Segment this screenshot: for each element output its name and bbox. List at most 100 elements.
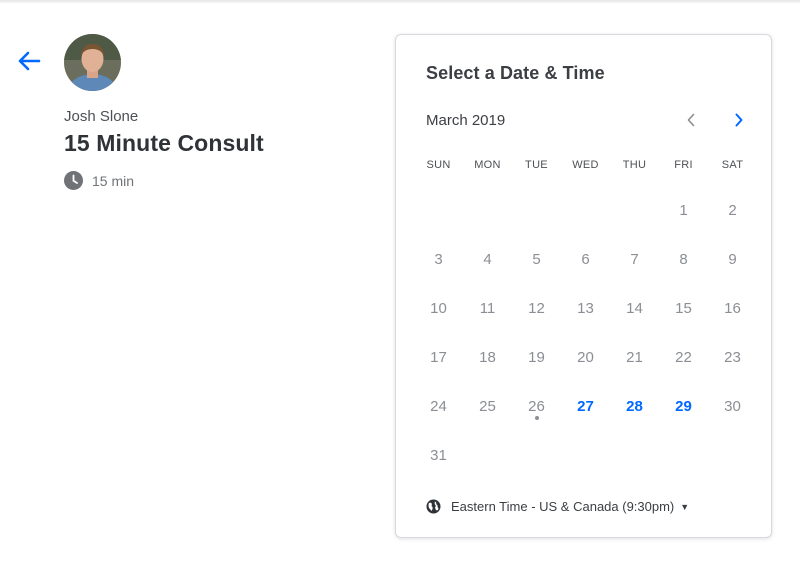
day-number: 30: [724, 398, 741, 415]
back-button[interactable]: [14, 46, 44, 76]
date-picker-panel: Select a Date & Time March 2019 SUN MON …: [395, 34, 772, 538]
empty-day-cell: [659, 431, 708, 480]
empty-day-cell: [610, 431, 659, 480]
day-1: 1: [659, 186, 708, 235]
day-number: 31: [430, 447, 447, 464]
day-24: 24: [414, 382, 463, 431]
available-day-27[interactable]: 27: [561, 382, 610, 431]
day-number: 5: [532, 251, 541, 268]
weekday-label: WED: [572, 159, 599, 171]
day-number: 17: [430, 349, 447, 366]
day-3: 3: [414, 235, 463, 284]
day-7: 7: [610, 235, 659, 284]
empty-day-cell: [512, 431, 561, 480]
day-number: 26: [528, 398, 545, 415]
timezone-label: Eastern Time - US & Canada (9:30pm): [451, 499, 675, 514]
today-indicator: [535, 416, 539, 420]
owner-name: Josh Slone: [64, 108, 139, 125]
day-number: 27: [577, 398, 594, 415]
event-title: 15 Minute Consult: [64, 130, 264, 156]
day-number: 23: [724, 349, 741, 366]
day-21: 21: [610, 333, 659, 382]
day-31: 31: [414, 431, 463, 480]
weekday-label: MON: [474, 159, 501, 171]
day-number: 28: [626, 398, 643, 415]
weekday-label: TUE: [525, 159, 548, 171]
empty-day-cell: [512, 186, 561, 235]
calendar-week: 24 25 26 27 28 29 30: [414, 382, 757, 431]
day-17: 17: [414, 333, 463, 382]
prev-month-button[interactable]: [679, 108, 703, 132]
day-number: 22: [675, 349, 692, 366]
timezone-selector[interactable]: Eastern Time - US & Canada (9:30pm) ▼: [426, 499, 689, 514]
calendar-week: 10 11 12 13 14 15 16: [414, 284, 757, 333]
calendar-week: 3 4 5 6 7 8 9: [414, 235, 757, 284]
day-25: 25: [463, 382, 512, 431]
panel-title: Select a Date & Time: [426, 63, 605, 83]
chevron-left-icon: [687, 113, 695, 127]
day-16: 16: [708, 284, 757, 333]
empty-day-cell: [463, 431, 512, 480]
chevron-right-icon: [735, 113, 743, 127]
empty-day-cell: [561, 186, 610, 235]
day-19: 19: [512, 333, 561, 382]
day-22: 22: [659, 333, 708, 382]
calendar-week: 17 18 19 20 21 22 23: [414, 333, 757, 382]
weekday-label: FRI: [674, 159, 693, 171]
day-9: 9: [708, 235, 757, 284]
day-13: 13: [561, 284, 610, 333]
weekday-header: SUN MON TUE WED THU FRI SAT: [414, 159, 757, 171]
day-20: 20: [561, 333, 610, 382]
clock-icon: [64, 171, 83, 190]
weekday-label: SAT: [721, 159, 744, 171]
day-26: 26: [512, 382, 561, 431]
day-4: 4: [463, 235, 512, 284]
available-day-28[interactable]: 28: [610, 382, 659, 431]
weekday-label: SUN: [426, 159, 451, 171]
day-number: 12: [528, 300, 545, 317]
calendar-week: 31: [414, 431, 757, 480]
avatar: [64, 34, 121, 91]
day-number: 14: [626, 300, 643, 317]
day-number: 4: [483, 251, 492, 268]
day-18: 18: [463, 333, 512, 382]
event-duration: 15 min: [64, 171, 134, 190]
calendar-grid: 1 2 3 4 5 6 7 8 9 10 11 12 13 14 15 16 17 18 19 20 21 22 23 24 2…: [414, 186, 757, 480]
day-23: 23: [708, 333, 757, 382]
day-30: 30: [708, 382, 757, 431]
day-number: 7: [630, 251, 639, 268]
day-8: 8: [659, 235, 708, 284]
day-number: 6: [581, 251, 590, 268]
day-number: 8: [679, 251, 688, 268]
empty-day-cell: [561, 431, 610, 480]
empty-day-cell: [708, 431, 757, 480]
day-11: 11: [463, 284, 512, 333]
day-number: 15: [675, 300, 692, 317]
day-number: 24: [430, 398, 447, 415]
day-number: 20: [577, 349, 594, 366]
day-12: 12: [512, 284, 561, 333]
empty-day-cell: [414, 186, 463, 235]
day-10: 10: [414, 284, 463, 333]
arrow-left-icon: [18, 51, 41, 71]
duration-label: 15 min: [92, 172, 135, 189]
day-number: 13: [577, 300, 594, 317]
empty-day-cell: [610, 186, 659, 235]
day-14: 14: [610, 284, 659, 333]
day-number: 11: [479, 300, 496, 317]
day-6: 6: [561, 235, 610, 284]
day-number: 3: [434, 251, 443, 268]
day-number: 21: [626, 349, 643, 366]
available-day-29[interactable]: 29: [659, 382, 708, 431]
day-15: 15: [659, 284, 708, 333]
calendar-week: 12: [414, 186, 757, 235]
day-number: 2: [728, 202, 737, 219]
weekday-label: THU: [622, 159, 647, 171]
day-number: 18: [479, 349, 496, 366]
next-month-button[interactable]: [727, 108, 751, 132]
day-number: 29: [675, 398, 692, 415]
globe-icon: [426, 499, 441, 514]
month-label: March 2019: [426, 112, 506, 129]
day-number: 9: [728, 251, 737, 268]
day-5: 5: [512, 235, 561, 284]
